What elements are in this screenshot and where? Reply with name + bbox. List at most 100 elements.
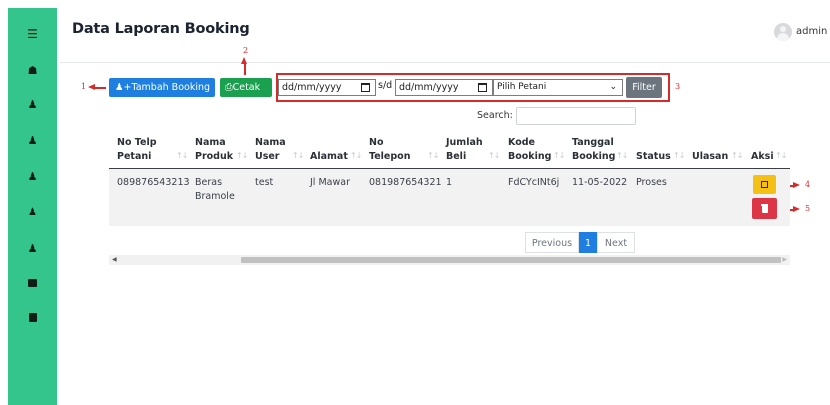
col-header-status[interactable]: Status xyxy=(636,150,671,164)
col-header-line: Alamat xyxy=(310,151,348,162)
col-header-line: Status xyxy=(636,151,671,162)
sort-icon[interactable]: ↑↓ xyxy=(731,151,743,160)
scroll-left-icon[interactable]: ◀ xyxy=(112,255,117,265)
cell-no-telp-petani: 089876543213 xyxy=(117,177,190,188)
calendar-icon[interactable] xyxy=(478,83,487,92)
folder-icon[interactable] xyxy=(8,278,57,290)
cell-nama-produk-line: Beras xyxy=(195,177,223,188)
sort-icon[interactable]: ↑↓ xyxy=(236,151,248,160)
chevron-down-icon: ⌄ xyxy=(609,82,617,92)
col-header-line: No Telp xyxy=(117,137,157,148)
col-header-line: Booking xyxy=(572,151,616,162)
sort-icon[interactable]: ↑↓ xyxy=(176,151,188,160)
annotation-arrow-line xyxy=(94,87,106,89)
col-header-line: No xyxy=(369,137,384,148)
scroll-right-icon[interactable]: ▶ xyxy=(782,255,787,265)
col-header-line: Aksi xyxy=(751,151,774,162)
col-header-line: Booking xyxy=(508,151,552,162)
add-booking-label: Tambah Booking xyxy=(131,82,211,93)
filter-button[interactable]: Filter xyxy=(626,77,662,98)
sort-icon[interactable]: ↑↓ xyxy=(350,151,362,160)
annotation-2: 2 xyxy=(243,46,249,55)
cell-nama-produk: Beras Bramole xyxy=(195,176,235,204)
date-to-input[interactable]: dd/mm/yyyy xyxy=(395,79,493,96)
avatar[interactable] xyxy=(774,23,792,41)
cell-tanggal-booking: 11-05-2022 xyxy=(572,177,628,188)
sort-icon[interactable]: ↑↓ xyxy=(775,151,787,160)
delete-button[interactable] xyxy=(752,198,777,219)
calendar-icon[interactable] xyxy=(361,83,370,92)
avatar-head xyxy=(780,26,786,32)
search-label: Search: xyxy=(477,110,513,121)
user-icon[interactable]: ♟ xyxy=(8,99,57,111)
col-header-line: Beli xyxy=(446,151,467,162)
users-icon[interactable]: ♟​ xyxy=(8,207,57,219)
col-header-line: Telepon xyxy=(369,151,411,162)
cell-nama-user: test xyxy=(255,177,274,188)
annotation-1: 1 xyxy=(81,82,87,91)
col-header-jumlah-beli[interactable]: Jumlah Beli xyxy=(446,136,483,164)
add-user-icon: ♟+ xyxy=(115,82,132,93)
col-header-tanggal-booking[interactable]: Tanggal Booking xyxy=(572,136,615,164)
annotation-5: 5 xyxy=(805,204,811,213)
col-header-line: Jumlah xyxy=(446,137,483,148)
pagination-page-1[interactable]: 1 xyxy=(579,232,597,253)
col-header-nama-produk[interactable]: Nama Produk xyxy=(195,136,233,164)
scrollbar-thumb[interactable] xyxy=(241,257,781,263)
book-icon[interactable] xyxy=(8,313,57,325)
sort-icon[interactable]: ↑↓ xyxy=(673,151,685,160)
cell-alamat: Jl Mawar xyxy=(310,177,350,188)
arrow-right-icon xyxy=(793,206,800,212)
pagination-previous[interactable]: Previous xyxy=(525,232,579,253)
col-header-line: Ulasan xyxy=(692,151,729,162)
sort-icon[interactable]: ↑↓ xyxy=(488,151,500,160)
sort-icon[interactable]: ↑↓ xyxy=(427,151,439,160)
menu-icon[interactable]: ☰ xyxy=(8,28,57,40)
annotation-arrow-line xyxy=(244,63,246,75)
col-header-ulasan[interactable]: Ulasan xyxy=(692,150,728,164)
col-header-kode-booking[interactable]: Kode Booking xyxy=(508,136,551,164)
edit-button[interactable] xyxy=(753,175,776,194)
col-header-alamat[interactable]: Alamat xyxy=(310,150,348,164)
user-icon[interactable]: ♟ xyxy=(8,171,57,183)
user-icon[interactable]: ♟ xyxy=(8,243,57,255)
col-header-aksi[interactable]: Aksi xyxy=(751,150,774,164)
print-icon: ⎙ xyxy=(225,82,233,93)
print-label: Cetak xyxy=(232,82,261,93)
cell-no-telepon: 081987654321 xyxy=(369,177,442,188)
cell-jumlah-beli: 1 xyxy=(446,177,453,188)
petani-select-value: Pilih Petani xyxy=(497,82,547,92)
edit-icon xyxy=(761,181,768,188)
sort-icon[interactable]: ↑↓ xyxy=(553,151,565,160)
sort-icon[interactable]: ↑↓ xyxy=(292,151,304,160)
horizontal-scrollbar[interactable]: ◀ ▶ xyxy=(109,255,790,265)
trash-icon-body xyxy=(761,206,768,213)
add-booking-button[interactable]: ♟+Tambah Booking xyxy=(109,78,215,97)
annotation-3: 3 xyxy=(675,82,681,91)
user-icon[interactable]: ♟ xyxy=(8,135,57,147)
col-header-nama-user[interactable]: Nama User xyxy=(255,136,286,164)
cell-kode-booking: FdCYcINt6j xyxy=(508,177,560,188)
col-header-line: Nama xyxy=(255,137,286,148)
col-header-line: Nama xyxy=(195,137,226,148)
col-header-line: Produk xyxy=(195,151,234,162)
cell-nama-produk-line: Bramole xyxy=(195,191,235,202)
arrow-right-icon xyxy=(793,182,800,188)
col-header-no-telp-petani[interactable]: No Telp Petani xyxy=(117,136,157,164)
pagination-next[interactable]: Next xyxy=(597,232,635,253)
petani-select[interactable]: Pilih Petani ⌄ xyxy=(493,79,623,96)
date-from-input[interactable]: dd/mm/yyyy xyxy=(278,79,376,96)
cell-status: Proses xyxy=(636,177,667,188)
sidebar: ☰ ☗ ♟ ♟ ♟ ♟​ ♟ xyxy=(8,8,57,405)
date-from-placeholder: dd/mm/yyyy xyxy=(282,82,342,93)
col-header-no-telepon[interactable]: No Telepon xyxy=(369,136,410,164)
search-input[interactable] xyxy=(516,107,636,125)
annotation-4: 4 xyxy=(805,180,811,189)
home-icon[interactable]: ☗ xyxy=(8,65,57,77)
username[interactable]: admin xyxy=(796,26,827,37)
page-title: Data Laporan Booking xyxy=(72,21,250,37)
sort-icon[interactable]: ↑↓ xyxy=(616,151,628,160)
header-divider xyxy=(60,62,830,63)
date-to-placeholder: dd/mm/yyyy xyxy=(399,82,459,93)
print-button[interactable]: ⎙Cetak xyxy=(220,78,272,97)
